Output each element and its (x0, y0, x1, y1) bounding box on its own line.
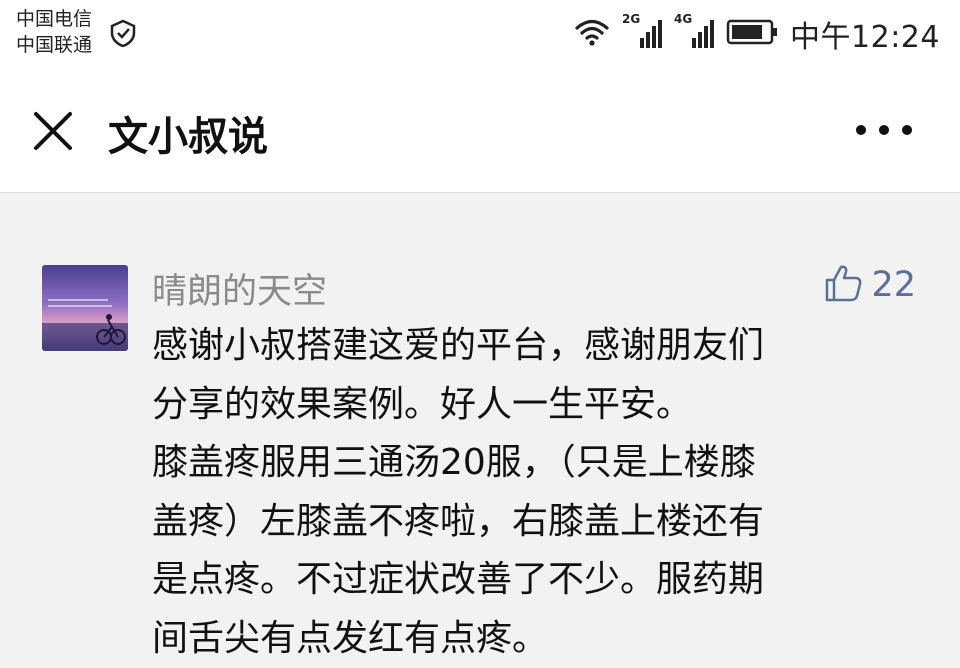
comment-line: 感谢小叔搭建这爱的平台，感谢朋友们 (152, 317, 922, 376)
comment-text: 感谢小叔搭建这爱的平台，感谢朋友们 分享的效果案例。好人一生平安。 膝盖疼服用三… (152, 317, 922, 668)
more-icon[interactable] (856, 120, 912, 140)
avatar[interactable] (42, 265, 128, 351)
like-count: 22 (871, 265, 916, 305)
shield-check-icon (108, 18, 138, 52)
like-button[interactable]: 22 (823, 263, 916, 307)
comment-line: 盖疼）左膝盖不疼啦，右膝盖上楼还有 (152, 493, 922, 552)
comment-line: 膝盖疼服用三通汤20服，（只是上楼膝 (152, 434, 922, 493)
page-title: 文小叔说 (108, 104, 268, 162)
clock: 中午12:24 (790, 12, 940, 56)
status-indicators: 2G 4G 中午12:24 (562, 14, 940, 54)
battery-icon (726, 18, 778, 50)
wifi-icon (574, 17, 610, 51)
more-dot (879, 125, 889, 135)
network-2g-label: 2G (622, 12, 640, 26)
thumbs-up-icon (823, 263, 863, 307)
more-dot (856, 125, 866, 135)
title-bar: 文小叔说 (0, 70, 960, 193)
carrier-1: 中国电信 (16, 6, 92, 32)
comment-username[interactable]: 晴朗的天空 (152, 263, 327, 314)
carrier-2: 中国联通 (16, 32, 92, 58)
status-bar: 中国电信 中国联通 2G 4G (0, 0, 960, 70)
comment-line: 是点疼。不过症状改善了不少。服药期 (152, 551, 922, 610)
comment-line: 分享的效果案例。好人一生平安。 (152, 376, 922, 435)
carrier-info: 中国电信 中国联通 (16, 6, 92, 58)
close-icon[interactable] (30, 108, 76, 154)
comment-item: 晴朗的天空 22 感谢小叔搭建这爱的平台，感谢朋友们 分享的效果案例。好人一生平… (0, 193, 960, 654)
signal-2g-icon: 2G (622, 18, 662, 50)
comment-line: 间舌尖有点发红有点疼。 (152, 610, 922, 668)
more-dot (902, 125, 912, 135)
signal-4g-icon: 4G (674, 18, 714, 50)
network-4g-label: 4G (674, 12, 692, 26)
